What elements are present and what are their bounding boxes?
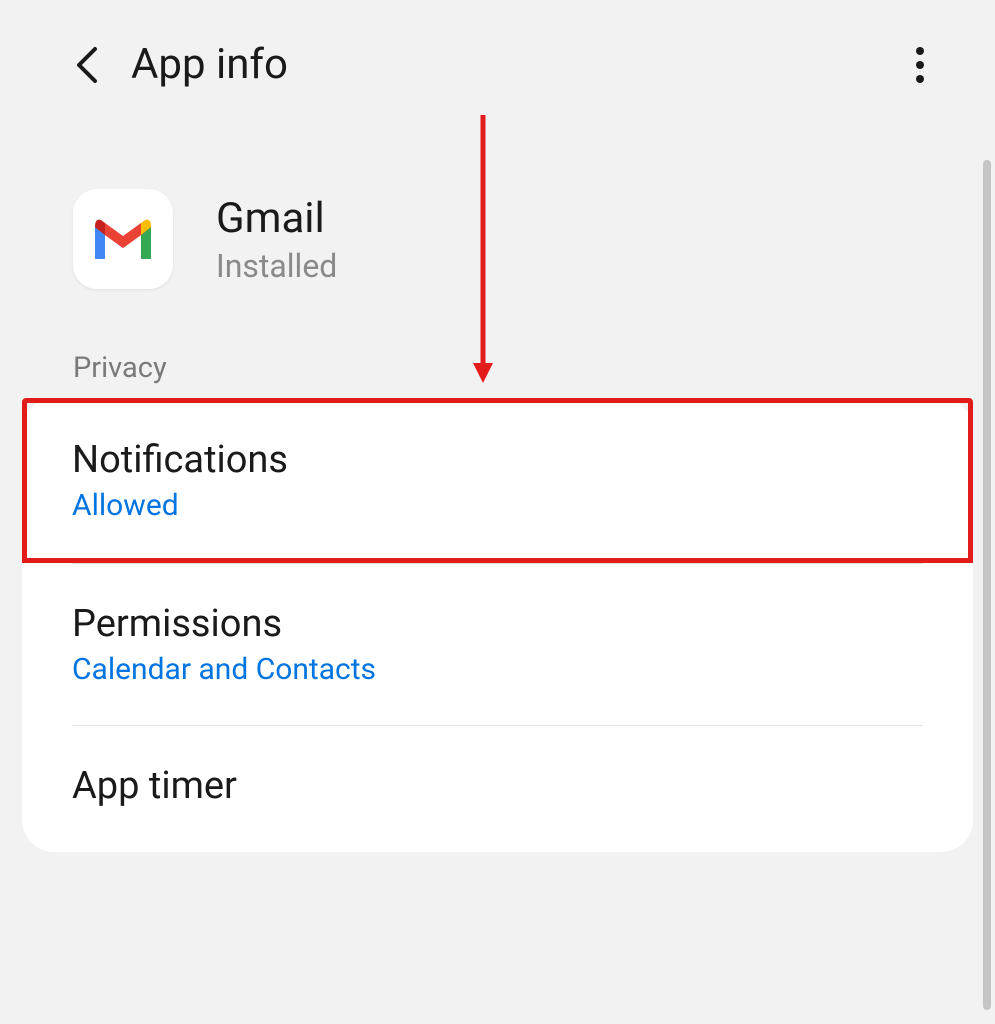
notifications-setting[interactable]: Notifications Allowed [22,398,973,563]
notifications-subtitle: Allowed [72,488,923,523]
app-install-status: Installed [216,247,337,285]
more-options-icon[interactable] [895,45,935,85]
app-header-section: Gmail Installed [0,119,995,329]
app-timer-title: App timer [72,764,923,808]
gmail-app-icon[interactable] [73,189,173,289]
app-details: Gmail Installed [216,194,337,285]
back-icon[interactable] [75,45,99,85]
page-title: App info [131,40,288,89]
permissions-subtitle: Calendar and Contacts [72,652,923,687]
app-timer-setting[interactable]: App timer [22,726,973,852]
scrollbar-indicator[interactable] [983,160,991,1010]
header-left: App info [75,40,288,89]
privacy-settings-card: Notifications Allowed Permissions Calend… [22,398,973,852]
permissions-setting[interactable]: Permissions Calendar and Contacts [22,564,973,725]
privacy-section-label: Privacy [0,329,995,400]
header-bar: App info [0,0,995,119]
permissions-title: Permissions [72,602,923,646]
notifications-title: Notifications [72,438,923,482]
app-name: Gmail [216,194,337,243]
